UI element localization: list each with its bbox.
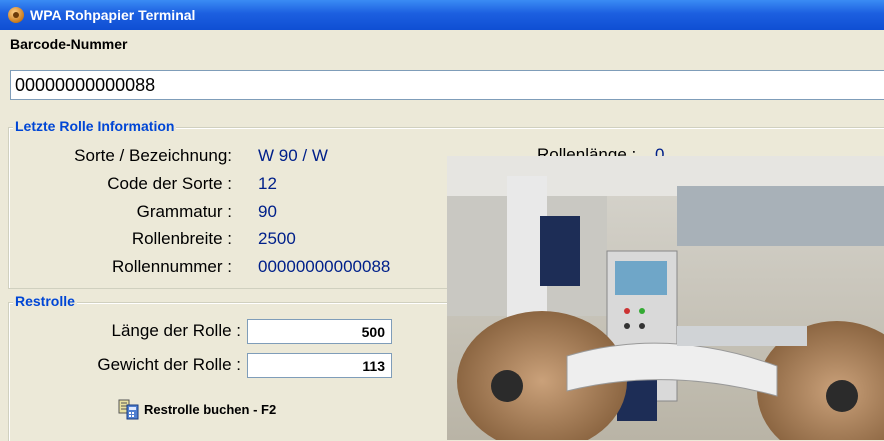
info-label: Rollennummer : <box>112 257 232 276</box>
title-bar: WPA Rohpapier Terminal <box>0 0 884 30</box>
info-label: Sorte / Bezeichnung: <box>74 146 232 165</box>
window-title: WPA Rohpapier Terminal <box>30 7 196 23</box>
restrolle-buchen-button[interactable]: Restrolle buchen - F2 <box>118 398 276 420</box>
info-value: 90 <box>258 202 277 221</box>
app-icon <box>8 7 24 23</box>
weight-input[interactable] <box>247 353 392 378</box>
info-group-title: Letzte Rolle Information <box>13 118 177 134</box>
info-value: 12 <box>258 174 277 193</box>
paper-machine-photo <box>447 156 884 440</box>
barcode-input[interactable] <box>10 70 884 100</box>
barcode-label: Barcode-Nummer <box>10 36 128 52</box>
weight-label: Gewicht der Rolle : <box>97 355 241 374</box>
info-value: W 90 / W <box>258 146 328 165</box>
length-input[interactable] <box>247 319 392 344</box>
length-label: Länge der Rolle : <box>111 321 241 340</box>
restrolle-buchen-label: Restrolle buchen - F2 <box>144 401 277 417</box>
booking-icon <box>118 398 140 420</box>
restrolle-group-title: Restrolle <box>13 293 77 309</box>
info-value: 00000000000088 <box>258 257 391 276</box>
info-label: Grammatur : <box>136 202 232 221</box>
info-label: Code der Sorte : <box>107 174 232 193</box>
info-value: 2500 <box>258 229 296 248</box>
info-label: Rollenbreite : <box>131 229 232 248</box>
